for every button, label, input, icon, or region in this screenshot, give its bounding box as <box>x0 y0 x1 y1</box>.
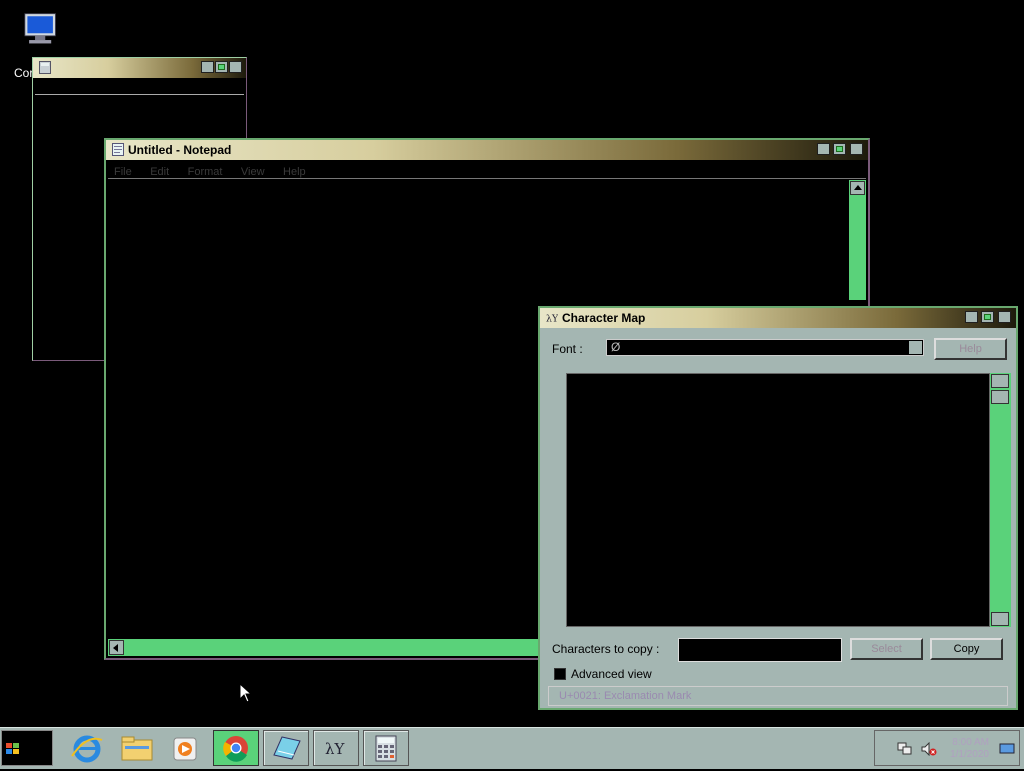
scroll-up-button[interactable] <box>850 181 865 195</box>
minimize-button[interactable] <box>201 61 214 73</box>
notepad-menubar: File Edit Format View Help <box>108 160 866 179</box>
media-player-icon <box>173 737 197 761</box>
close-button[interactable] <box>850 143 863 155</box>
calculator-titlebar[interactable] <box>33 58 246 78</box>
character-grid[interactable] <box>566 373 990 627</box>
copy-button[interactable]: Copy <box>930 638 1003 660</box>
character-map-window[interactable]: λΥ Character Map Font : Ø Help Character… <box>538 306 1018 710</box>
desktop-icon-label: Cor <box>14 66 34 80</box>
notepad-icon <box>273 736 301 760</box>
horizontal-scrollbar[interactable] <box>108 639 542 656</box>
close-button[interactable] <box>229 61 242 73</box>
font-label: Font : <box>552 342 583 356</box>
select-button[interactable]: Select <box>850 638 923 660</box>
help-button[interactable]: Help <box>934 338 1007 360</box>
svg-text:λΥ: λΥ <box>325 740 346 758</box>
characters-to-copy-label: Characters to copy : <box>552 642 660 656</box>
computer-icon <box>24 13 56 44</box>
menu-edit[interactable]: Edit <box>150 166 169 178</box>
taskbar-file-explorer[interactable] <box>114 730 160 766</box>
maximize-button[interactable] <box>215 61 228 73</box>
calculator-icon <box>39 61 51 74</box>
internet-explorer-icon <box>71 735 103 763</box>
chevron-down-icon[interactable] <box>909 341 922 354</box>
notepad-titlebar[interactable]: Untitled - Notepad <box>106 140 868 160</box>
folder-icon <box>121 736 153 761</box>
taskbar-calculator[interactable] <box>363 730 409 766</box>
calculator-icon <box>375 735 397 762</box>
taskbar-chrome[interactable] <box>213 730 259 766</box>
mouse-cursor-icon <box>239 683 253 703</box>
menu-format[interactable]: Format <box>188 166 223 178</box>
minimize-button[interactable] <box>817 143 830 155</box>
taskbar-character-map[interactable]: λΥ <box>313 730 359 766</box>
scroll-down-button[interactable] <box>991 612 1009 626</box>
speaker-muted-icon[interactable] <box>921 742 937 756</box>
clock-time: 8:00 AM <box>952 737 989 748</box>
advanced-view-checkbox[interactable] <box>554 668 566 680</box>
charmap-title: Character Map <box>562 311 646 325</box>
maximize-button[interactable] <box>833 143 846 155</box>
start-button[interactable] <box>1 730 53 766</box>
menu-help[interactable]: Help <box>283 166 306 178</box>
font-dropdown[interactable]: Ø <box>606 339 924 356</box>
menu-file[interactable]: File <box>114 166 132 178</box>
svg-text:λΥ: λΥ <box>546 313 558 324</box>
scroll-thumb[interactable] <box>991 390 1009 404</box>
close-button[interactable] <box>998 311 1011 323</box>
taskbar-media-player[interactable] <box>162 730 208 766</box>
show-desktop-icon[interactable] <box>999 743 1015 755</box>
grid-vertical-scrollbar[interactable] <box>990 373 1011 627</box>
scroll-up-button[interactable] <box>991 374 1009 388</box>
taskbar-internet-explorer[interactable] <box>64 730 110 766</box>
chrome-icon <box>223 736 248 762</box>
vertical-scrollbar[interactable] <box>849 180 866 300</box>
clock[interactable]: 8:00 AM 1/1/2020 <box>950 737 989 761</box>
network-icon[interactable] <box>897 742 913 756</box>
maximize-button[interactable] <box>981 311 994 323</box>
scroll-left-button[interactable] <box>109 640 124 655</box>
character-map-icon: λΥ <box>546 313 558 324</box>
calculator-menubar <box>35 78 244 95</box>
notepad-icon <box>112 143 124 156</box>
taskbar-notepad[interactable] <box>263 730 309 766</box>
character-map-icon: λΥ <box>325 740 346 758</box>
taskbar: λΥ 8:00 AM 1/1/2020 <box>0 727 1024 769</box>
minimize-button[interactable] <box>965 311 978 323</box>
font-value: Ø <box>611 340 621 354</box>
charmap-titlebar[interactable]: λΥ Character Map <box>540 308 1016 328</box>
windows-logo-icon <box>6 743 19 754</box>
notepad-title: Untitled - Notepad <box>128 143 232 157</box>
characters-to-copy-input[interactable] <box>678 638 842 662</box>
status-bar: U+0021: Exclamation Mark <box>548 686 1008 706</box>
advanced-view-label: Advanced view <box>571 667 652 681</box>
menu-view[interactable]: View <box>241 166 265 178</box>
clock-date: 1/1/2020 <box>950 749 989 760</box>
system-tray: 8:00 AM 1/1/2020 <box>874 730 1020 766</box>
